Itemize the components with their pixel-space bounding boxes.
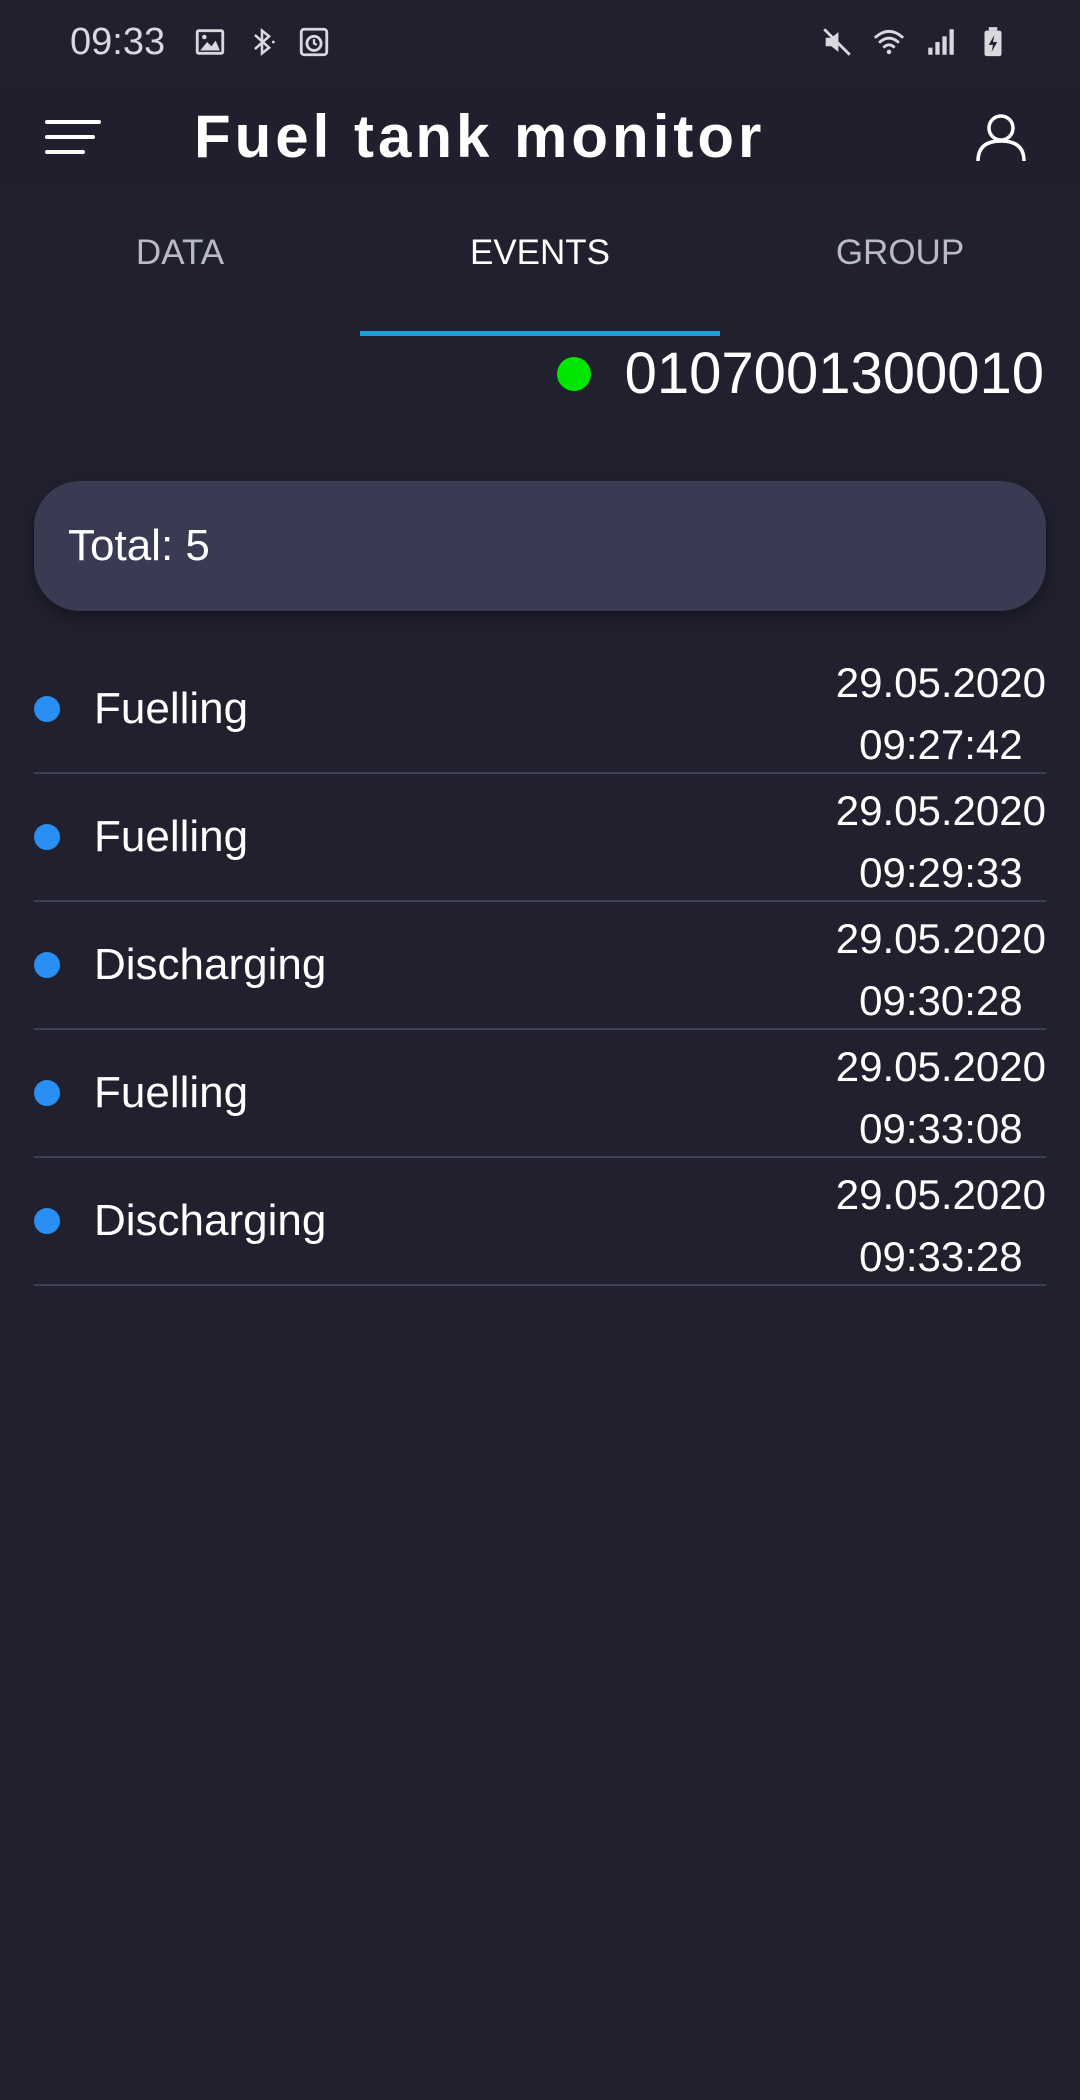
event-timestamp: 29.05.2020 09:33:08	[836, 1036, 1046, 1160]
event-date: 29.05.2020	[835, 659, 1046, 706]
event-name: Fuelling	[94, 812, 249, 861]
person-icon	[976, 114, 1026, 162]
app-bar: Fuel tank monitor	[0, 84, 1080, 190]
event-timestamp: 29.05.2020 09:29:33	[836, 780, 1046, 904]
event-name: Discharging	[94, 1196, 327, 1245]
list-item[interactable]: Discharging 29.05.2020 09:30:28	[34, 902, 1046, 1030]
menu-icon	[45, 120, 101, 154]
event-date: 29.05.2020	[835, 1171, 1046, 1218]
status-left: 09:33	[70, 21, 331, 64]
screen: 09:33 Fuel tank monitor DATA EVENTS GROU…	[0, 0, 1080, 2100]
event-date: 29.05.2020	[835, 1043, 1046, 1090]
profile-button[interactable]	[966, 102, 1036, 172]
wifi-icon	[872, 25, 906, 59]
mute-icon	[820, 25, 854, 59]
list-item[interactable]: Fuelling 29.05.2020 09:27:42	[34, 646, 1046, 774]
device-id: 0107001300010	[624, 341, 1044, 406]
event-date: 29.05.2020	[835, 787, 1046, 834]
event-name: Discharging	[94, 940, 327, 989]
total-summary-card: Total: 5	[34, 481, 1046, 611]
list-item[interactable]: Fuelling 29.05.2020 09:33:08	[34, 1030, 1046, 1158]
battery-charging-icon	[976, 25, 1010, 59]
image-icon	[193, 25, 227, 59]
signal-icon	[924, 25, 958, 59]
events-list: Fuelling 29.05.2020 09:27:42 Fuelling 29…	[34, 646, 1046, 1286]
device-header: 0107001300010	[556, 340, 1044, 407]
event-date: 29.05.2020	[835, 915, 1046, 962]
event-timestamp: 29.05.2020 09:27:42	[836, 652, 1046, 776]
event-dot-icon	[34, 952, 60, 978]
list-item[interactable]: Fuelling 29.05.2020 09:29:33	[34, 774, 1046, 902]
tab-group[interactable]: GROUP	[720, 190, 1080, 336]
event-clock-time: 09:30:28	[859, 977, 1023, 1024]
event-clock-time: 09:33:08	[859, 1105, 1023, 1152]
event-name: Fuelling	[94, 1068, 249, 1117]
event-dot-icon	[34, 824, 60, 850]
online-status-dot	[556, 356, 591, 391]
event-clock-time: 09:29:33	[859, 849, 1023, 896]
tab-bar: DATA EVENTS GROUP	[0, 190, 1080, 336]
event-dot-icon	[34, 1208, 60, 1234]
event-timestamp: 29.05.2020 09:33:28	[836, 1164, 1046, 1288]
event-timestamp: 29.05.2020 09:30:28	[836, 908, 1046, 1032]
event-dot-icon	[34, 696, 60, 722]
total-count-label: Total: 5	[68, 521, 210, 570]
page-title: Fuel tank monitor	[194, 103, 766, 170]
bluetooth-icon	[245, 25, 279, 59]
status-right	[820, 25, 1010, 59]
event-name: Fuelling	[94, 684, 249, 733]
clock-box-icon	[297, 25, 331, 59]
status-time: 09:33	[70, 20, 166, 63]
event-dot-icon	[34, 1080, 60, 1106]
tab-data[interactable]: DATA	[0, 190, 360, 336]
event-clock-time: 09:27:42	[859, 721, 1023, 768]
status-bar: 09:33	[0, 0, 1080, 84]
tab-events[interactable]: EVENTS	[360, 190, 720, 336]
event-clock-time: 09:33:28	[859, 1233, 1023, 1280]
list-item[interactable]: Discharging 29.05.2020 09:33:28	[34, 1158, 1046, 1286]
menu-button[interactable]	[36, 106, 110, 168]
